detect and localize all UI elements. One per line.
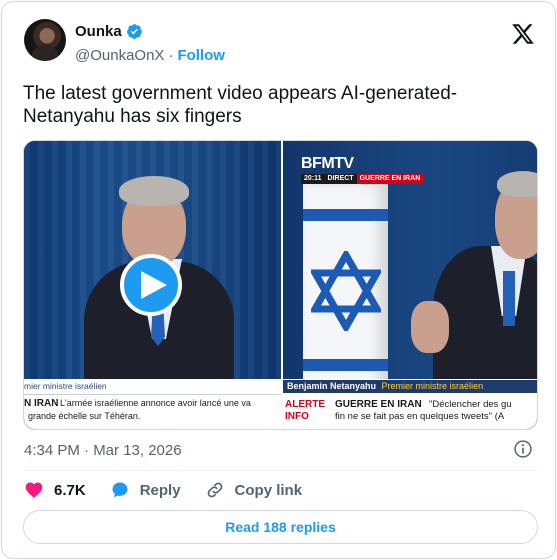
link-icon <box>207 482 222 498</box>
play-button[interactable] <box>120 254 182 316</box>
right-lower-third-role: Premier ministre israélien <box>381 381 484 391</box>
action-bar: 6.7K Reply Copy link <box>24 480 326 500</box>
reply-bubble-icon <box>112 482 128 498</box>
star-of-david-icon <box>311 251 381 331</box>
raised-hand <box>411 301 449 353</box>
video-player[interactable]: mier ministre israélien N IRAN L'armée i… <box>23 140 538 430</box>
like-count: 6.7K <box>54 481 86 499</box>
right-headline: GUERRE EN IRAN <box>335 399 422 410</box>
right-lower-third-name: Benjamin Netanyahu <box>287 381 377 391</box>
divider <box>23 470 538 471</box>
play-icon <box>140 271 167 299</box>
x-logo-icon[interactable] <box>511 22 535 46</box>
reply-label: Reply <box>139 481 181 499</box>
tweet-card: Ounka @OunkaOnX · Follow The latest gove… <box>1 1 556 559</box>
alert-line1: ALERTE <box>285 399 325 410</box>
follow-button[interactable]: Follow <box>177 47 225 64</box>
avatar[interactable] <box>24 19 66 61</box>
copy-link-label: Copy link <box>234 481 303 499</box>
live-badge: DIRECT <box>324 174 357 184</box>
israel-flag <box>303 181 388 396</box>
bfmtv-live-bar: 20:11 DIRECT GUERRE EN IRAN <box>301 174 424 184</box>
heart-icon <box>25 482 43 498</box>
handle-row: @OunkaOnX · Follow <box>75 47 225 64</box>
right-quote-line1: "Déclencher des gu <box>429 399 512 410</box>
verified-badge-icon <box>126 24 142 39</box>
alert-line2: INFO <box>285 411 309 422</box>
left-ticker-label: N IRAN <box>24 398 59 409</box>
left-lower-third-name: mier ministre israélien <box>24 381 107 391</box>
like-button[interactable]: 6.7K <box>24 480 86 500</box>
video-frame-right: BFMTV 20:11 DIRECT GUERRE EN IRAN Benjam… <box>283 141 537 429</box>
left-ticker-line1: L'armée israélienne annonce avoir lancé … <box>60 398 251 408</box>
tweet-text: The latest government video appears AI-g… <box>23 83 458 127</box>
dot-separator: · <box>168 47 174 64</box>
author-handle[interactable]: @OunkaOnX <box>75 47 164 64</box>
info-icon[interactable] <box>513 439 533 459</box>
author-name[interactable]: Ounka <box>75 23 122 40</box>
reply-button[interactable]: Reply <box>110 480 181 500</box>
left-ticker-line2: grande échelle sur Téhéran. <box>28 411 141 421</box>
read-replies-button[interactable]: Read 188 replies <box>23 510 538 544</box>
right-quote-line2: fin ne se fait pas en quelques tweets" (… <box>335 411 505 422</box>
topic-badge: GUERRE EN IRAN <box>356 174 424 184</box>
tweet-timestamp[interactable]: 4:34 PM · Mar 13, 2026 <box>24 442 182 459</box>
author-name-row: Ounka <box>75 23 143 40</box>
bfmtv-logo: BFMTV <box>301 155 354 172</box>
broadcast-time: 20:11 <box>301 174 325 184</box>
copy-link-button[interactable]: Copy link <box>205 480 303 500</box>
